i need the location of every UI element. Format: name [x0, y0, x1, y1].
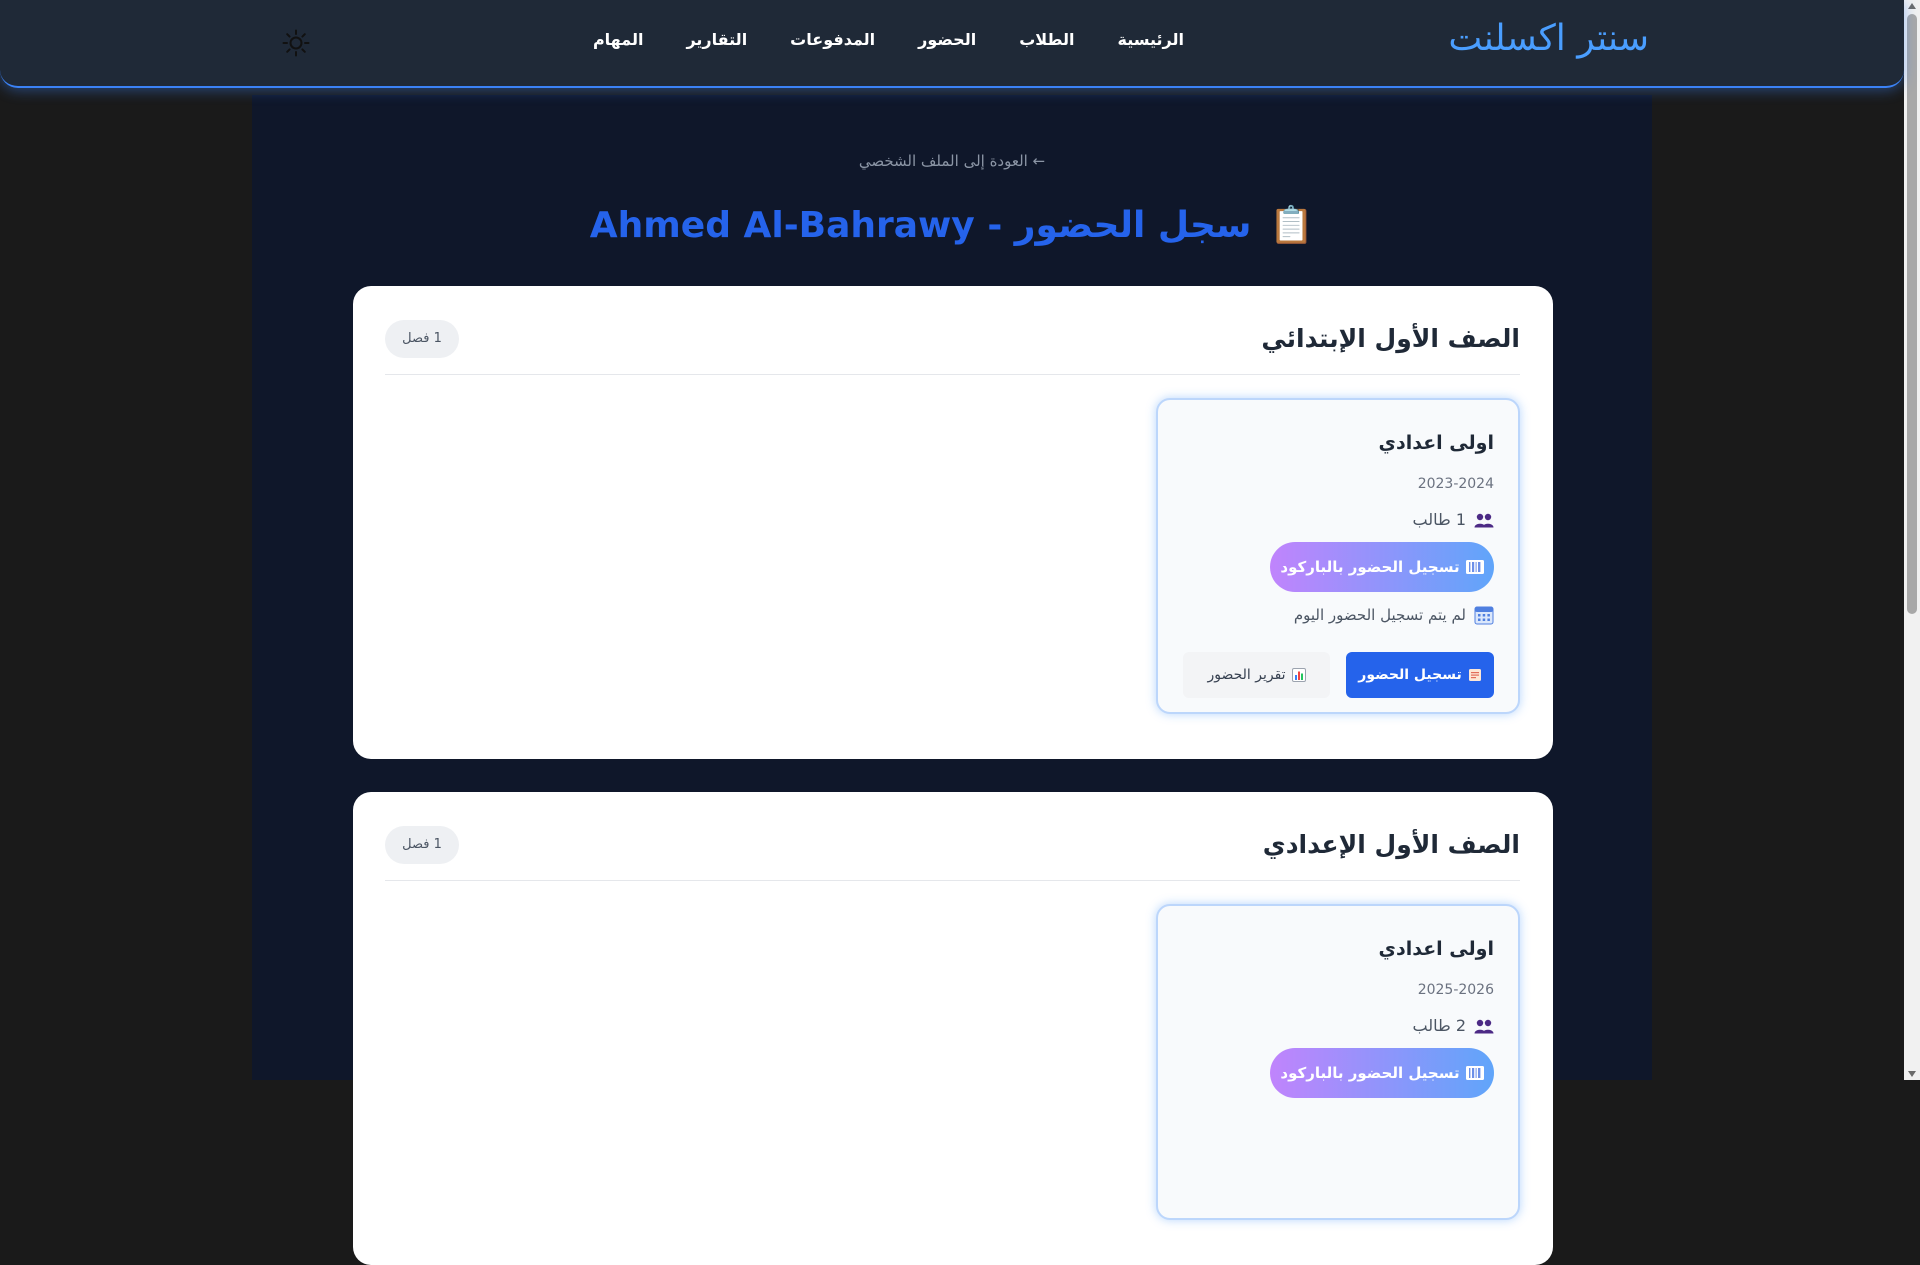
students-count: 1 طالب [1412, 510, 1466, 529]
vertical-scrollbar[interactable] [1904, 0, 1920, 1080]
nav-link-attendance[interactable]: الحضور [918, 30, 976, 49]
people-icon [1474, 513, 1494, 527]
calendar-icon [1474, 606, 1494, 625]
top-navbar: سنتر اكسلنت الرئيسية الطلاب الحضور المدف… [0, 0, 1904, 88]
barcode-attendance-label: تسجيل الحضور بالباركود [1280, 558, 1460, 576]
nav-link-reports[interactable]: التقارير [686, 30, 747, 49]
attendance-status-text: لم يتم تسجيل الحضور اليوم [1293, 606, 1466, 624]
page-title-text: سجل الحضور - Ahmed Al-Bahrawy [589, 205, 1252, 246]
scrollbar-thumb[interactable] [1907, 14, 1917, 614]
class-count-badge: 1 فصل [385, 320, 459, 358]
attendance-status-row: لم يتم تسجيل الحضور اليوم [1294, 605, 1494, 625]
class-name: اولى اعدادي [1378, 938, 1494, 960]
nav-link-home[interactable]: الرئيسية [1118, 30, 1185, 49]
barcode-icon [1465, 560, 1484, 574]
students-count: 2 طالب [1412, 1016, 1466, 1035]
scroll-up-arrow-icon[interactable] [1908, 3, 1916, 9]
nav-links: الرئيسية الطلاب الحضور المدفوعات التقاري… [593, 30, 1184, 49]
barcode-attendance-button[interactable]: تسجيل الحضور بالباركود [1270, 1048, 1494, 1098]
barcode-attendance-label: تسجيل الحضور بالباركود [1280, 1064, 1460, 1082]
grade-title: الصف الأول الإعدادي [1262, 830, 1520, 859]
record-attendance-label: تسجيل الحضور [1358, 667, 1462, 683]
record-attendance-button[interactable]: تسجيل الحضور [1346, 652, 1494, 698]
clipboard-icon: 📋 [1269, 205, 1315, 246]
scroll-down-arrow-icon[interactable] [1908, 1071, 1916, 1077]
class-count-badge: 1 فصل [385, 826, 459, 864]
nav-link-payments[interactable]: المدفوعات [790, 30, 875, 49]
students-count-row: 2 طالب [1413, 1016, 1494, 1035]
page-title: 📋 سجل الحضور - Ahmed Al-Bahrawy [0, 204, 1904, 246]
people-icon [1474, 1019, 1494, 1033]
back-to-profile-label: ← العودة إلى الملف الشخصي [858, 152, 1046, 170]
class-card: اولى اعدادي 2023-2024 1 طالب تسجيل الحضو… [1156, 398, 1520, 714]
brand-logo[interactable]: سنتر اكسلنت [1448, 18, 1649, 59]
class-year: 2023-2024 [1417, 476, 1494, 492]
grade-card: الصف الأول الإعدادي 1 فصل اولى اعدادي 20… [353, 792, 1553, 1265]
bar-chart-icon [1291, 668, 1306, 682]
barcode-icon [1465, 1066, 1484, 1080]
class-name: اولى اعدادي [1378, 432, 1494, 454]
barcode-attendance-button[interactable]: تسجيل الحضور بالباركود [1270, 542, 1494, 592]
attendance-report-label: تقرير الحضور [1207, 667, 1286, 683]
grade-header: الصف الأول الإبتدائي 1 فصل [385, 286, 1520, 375]
theme-toggle-button[interactable] [281, 28, 311, 58]
grade-title: الصف الأول الإبتدائي [1261, 324, 1520, 353]
class-card: اولى اعدادي 2025-2026 2 طالب تسجيل الحضو… [1156, 904, 1520, 1220]
back-to-profile-link[interactable]: ← العودة إلى الملف الشخصي [0, 152, 1904, 170]
class-year: 2025-2026 [1417, 982, 1494, 998]
attendance-report-button[interactable]: تقرير الحضور [1183, 652, 1330, 698]
students-count-row: 1 طالب [1413, 510, 1494, 529]
memo-icon [1468, 669, 1481, 681]
grade-card: الصف الأول الإبتدائي 1 فصل اولى اعدادي 2… [353, 286, 1553, 759]
nav-link-students[interactable]: الطلاب [1019, 30, 1074, 49]
grade-header: الصف الأول الإعدادي 1 فصل [385, 792, 1520, 881]
nav-link-tasks[interactable]: المهام [593, 30, 644, 49]
sun-icon [282, 29, 310, 57]
